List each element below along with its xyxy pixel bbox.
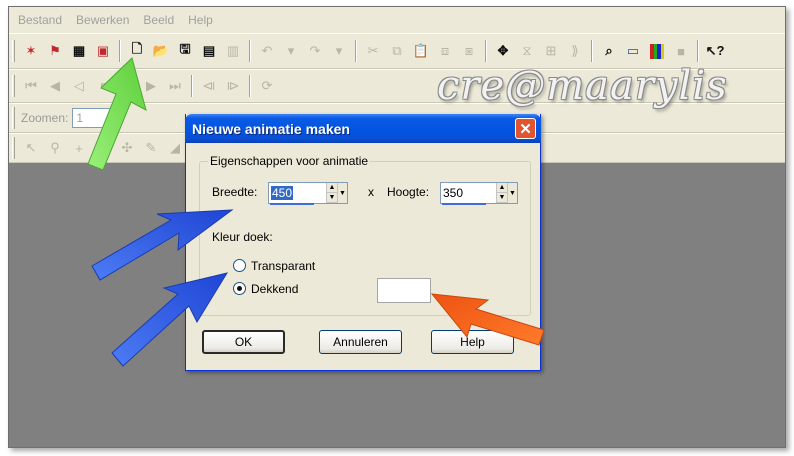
transparent-radio[interactable] xyxy=(233,259,246,272)
arrow-tool-icon[interactable]: ↖ xyxy=(20,137,42,159)
canvas-color-label: Kleur doek: xyxy=(212,230,273,244)
print-icon[interactable]: ▥ xyxy=(222,40,244,62)
banner-icon[interactable]: ⚑ xyxy=(44,40,66,62)
height-label: Hoogte: xyxy=(387,185,430,199)
height-field-underline xyxy=(442,203,486,205)
new-animation-dialog: Nieuwe animatie maken ✕ Eigenschappen vo… xyxy=(185,114,541,371)
menu-bestand[interactable]: Bestand xyxy=(11,13,69,27)
cancel-button[interactable]: Annuleren xyxy=(319,330,402,354)
canvas-color-swatch[interactable] xyxy=(377,278,431,303)
dropper-tool-icon[interactable]: ✎ xyxy=(140,137,162,159)
watermark-text: cre@maarylis xyxy=(437,63,728,109)
cut-icon[interactable]: ✂ xyxy=(362,40,384,62)
view-in-browser-icon[interactable]: ▭ xyxy=(622,40,644,62)
toolbar-grip[interactable] xyxy=(12,137,15,159)
chevron-down-icon[interactable]: ▼ xyxy=(507,183,517,203)
save-frames-icon[interactable]: ▤ xyxy=(198,40,220,62)
insert-frame-before-icon[interactable]: ⧏ xyxy=(198,75,220,97)
crosshair-tool-icon[interactable]: + xyxy=(68,137,90,159)
next-frame-icon[interactable]: ▶ xyxy=(140,75,162,97)
transition-icon[interactable]: ⧖ xyxy=(516,40,538,62)
transparent-label[interactable]: Transparant xyxy=(251,259,315,273)
close-icon[interactable]: ✕ xyxy=(515,118,536,139)
toolbar-separator xyxy=(119,40,121,62)
zoom-label: Zoomen: xyxy=(21,111,69,125)
width-label: Breedte: xyxy=(212,185,258,199)
first-frame-icon[interactable]: ⏮ xyxy=(20,75,42,97)
toolbar-separator xyxy=(355,40,357,62)
opaque-radio[interactable] xyxy=(233,282,246,295)
palette-icon[interactable] xyxy=(646,40,668,62)
save-icon[interactable]: 🖫 xyxy=(174,40,196,62)
toolbar-grip[interactable] xyxy=(12,75,15,97)
toolbar-separator xyxy=(249,75,251,97)
height-spin-arrows[interactable]: ▲ ▼ xyxy=(496,183,507,203)
zoom-select[interactable]: 1 xyxy=(72,108,121,128)
mover-tool-icon[interactable]: ✥ xyxy=(92,137,114,159)
menu-beeld[interactable]: Beeld xyxy=(136,13,181,27)
menu-bar: Bestand Bewerken Beeld Help xyxy=(9,7,785,33)
step-back-icon[interactable]: ◁ xyxy=(68,75,90,97)
toolbar-grip[interactable] xyxy=(12,40,15,62)
open-folder-icon[interactable]: 📂 xyxy=(150,40,172,62)
preview-search-icon[interactable]: ⌕ xyxy=(598,40,620,62)
chevron-down-icon[interactable]: ▼ xyxy=(337,183,347,203)
new-file-icon[interactable]: 🗋 xyxy=(126,40,148,62)
copy-icon[interactable]: ⧉ xyxy=(386,40,408,62)
effect-icon[interactable]: ⊞ xyxy=(540,40,562,62)
menu-help[interactable]: Help xyxy=(181,13,220,27)
width-field-underline xyxy=(270,203,314,205)
toolbar-grip[interactable] xyxy=(12,107,15,129)
height-spinner[interactable]: 350 ▲ ▼ ▼ xyxy=(440,182,518,205)
group-label: Eigenschappen voor animatie xyxy=(208,154,371,168)
paste-new-icon[interactable]: ⧈ xyxy=(434,40,456,62)
frames-icon[interactable]: ▦ xyxy=(68,40,90,62)
ok-button[interactable]: OK xyxy=(202,330,285,354)
toolbar-separator xyxy=(249,40,251,62)
height-input[interactable]: 350 xyxy=(441,183,496,203)
pause-icon[interactable]: ⏸ xyxy=(92,75,114,97)
toolbar-separator xyxy=(697,40,699,62)
toolbar-separator xyxy=(485,40,487,62)
width-spinner[interactable]: 450 ▲ ▼ ▼ xyxy=(268,182,348,205)
animation-properties-group: Eigenschappen voor animatie Breedte: 450… xyxy=(199,154,531,316)
tools-icon[interactable]: ▣ xyxy=(92,40,114,62)
redo-icon[interactable]: ↷ xyxy=(304,40,326,62)
wizard-icon[interactable]: ✶ xyxy=(20,40,42,62)
menu-bewerken[interactable]: Bewerken xyxy=(69,13,136,27)
zoom-tool-icon[interactable]: ⚲ xyxy=(44,137,66,159)
dialog-titlebar[interactable]: Nieuwe animatie maken ✕ xyxy=(185,114,541,143)
play-icon[interactable]: ▷ xyxy=(116,75,138,97)
canvas-icon[interactable]: ■ xyxy=(670,40,692,62)
paint-tool-icon[interactable]: ◢ xyxy=(164,137,186,159)
toolbar-separator xyxy=(591,40,593,62)
opaque-label[interactable]: Dekkend xyxy=(251,282,298,296)
dialog-title: Nieuwe animatie maken xyxy=(192,120,350,137)
toolbar-separator xyxy=(191,75,193,97)
properties-icon[interactable]: ✥ xyxy=(492,40,514,62)
refresh-icon[interactable]: ⟳ xyxy=(256,75,278,97)
width-input[interactable]: 450 xyxy=(269,183,326,203)
paste-icon[interactable]: 📋 xyxy=(410,40,432,62)
paste-layer-icon[interactable]: ⧆ xyxy=(458,40,480,62)
width-spin-arrows[interactable]: ▲ ▼ xyxy=(326,183,337,203)
insert-frame-after-icon[interactable]: ⧐ xyxy=(222,75,244,97)
context-help-icon[interactable]: ↖? xyxy=(704,40,726,62)
help-button[interactable]: Help xyxy=(431,330,514,354)
text-effect-icon[interactable]: ⟫ xyxy=(564,40,586,62)
previous-frame-icon[interactable]: ◀ xyxy=(44,75,66,97)
undo-icon[interactable]: ↶ xyxy=(256,40,278,62)
last-frame-icon[interactable]: ⏭ xyxy=(164,75,186,97)
redo-dropdown-icon[interactable]: ▾ xyxy=(328,40,350,62)
pan-tool-icon[interactable]: ✣ xyxy=(116,137,138,159)
undo-dropdown-icon[interactable]: ▾ xyxy=(280,40,302,62)
times-symbol: x xyxy=(368,185,374,199)
